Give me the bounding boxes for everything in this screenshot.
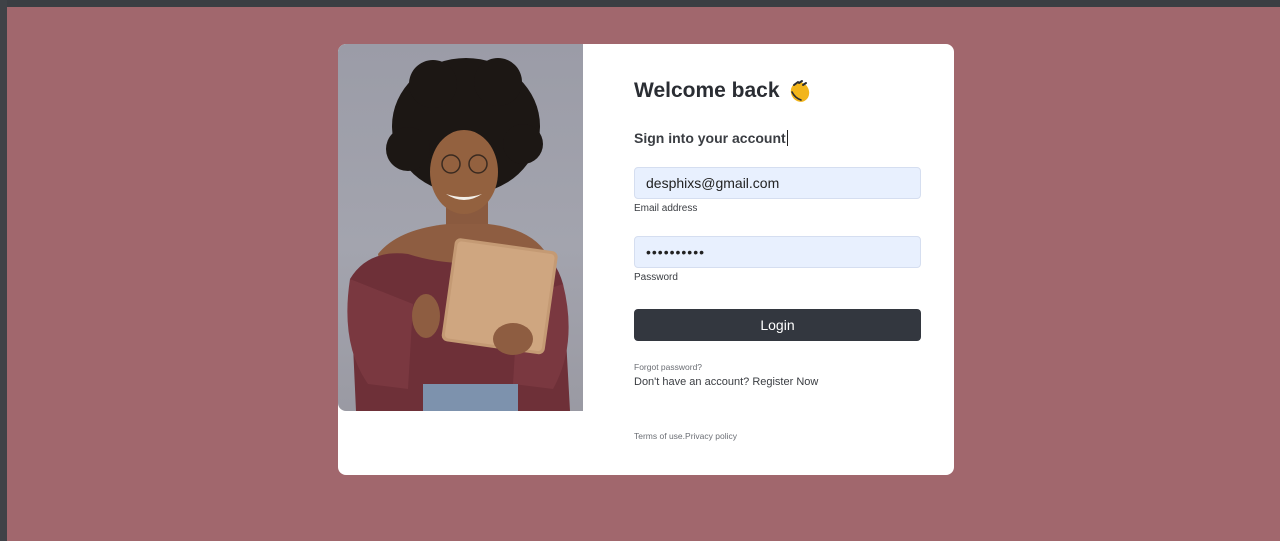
footer-links: Terms of use.Privacy policy [634, 431, 737, 441]
password-label: Password [634, 272, 678, 283]
window-left-edge [0, 0, 7, 541]
woman-with-tablet-image [347, 58, 570, 411]
waving-hand-icon [786, 78, 812, 104]
text-cursor [786, 130, 788, 146]
forgot-password-link[interactable]: Forgot password? [634, 362, 702, 372]
welcome-title: Welcome back [634, 79, 780, 102]
password-field[interactable] [634, 236, 921, 268]
privacy-policy-link[interactable]: Privacy policy [685, 431, 737, 441]
register-prompt-line: Don't have an account? Register Now [634, 376, 818, 388]
window-top-bar [0, 0, 1280, 7]
subtitle-text: Sign into your account [634, 130, 786, 146]
hero-photo [338, 44, 583, 411]
email-field[interactable] [634, 167, 921, 199]
login-card: Welcome back Sign into your account Emai… [338, 44, 954, 475]
sign-in-subtitle: Sign into your account [634, 130, 788, 146]
terms-of-use-link[interactable]: Terms of use. [634, 431, 685, 441]
welcome-heading: Welcome back [634, 78, 812, 104]
register-now-link[interactable]: Register Now [752, 376, 818, 388]
email-label: Email address [634, 203, 698, 214]
login-button[interactable]: Login [634, 309, 921, 341]
register-prompt: Don't have an account? [634, 376, 750, 388]
